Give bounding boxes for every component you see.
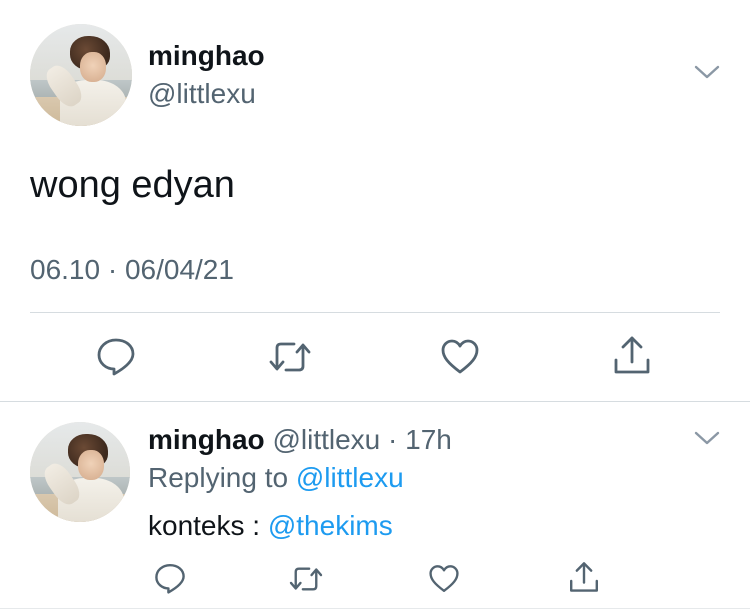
mention-link[interactable]: @thekims: [268, 510, 393, 541]
reply-tweet-header: minghao @littlexu · 17h: [148, 424, 452, 456]
main-tweet-avatar[interactable]: [30, 24, 132, 126]
reply-icon[interactable]: [96, 336, 136, 376]
reply-tweet-handle-time[interactable]: @littlexu · 17h: [272, 424, 451, 455]
main-tweet-timestamp[interactable]: 06.10 · 06/04/21: [30, 254, 234, 286]
main-tweet-divider: [30, 312, 720, 313]
main-tweet-display-name[interactable]: minghao: [148, 40, 265, 72]
avatar-face: [80, 52, 106, 82]
reply-tweet-text: konteks : @thekims: [148, 510, 393, 542]
main-tweet-handle[interactable]: @littlexu: [148, 78, 256, 110]
reply-icon[interactable]: [154, 562, 186, 594]
retweet-icon[interactable]: [288, 564, 324, 594]
thread-divider: [0, 401, 750, 402]
like-icon[interactable]: [428, 564, 460, 594]
retweet-icon[interactable]: [268, 338, 312, 376]
reply-text-prefix: konteks :: [148, 510, 268, 541]
chevron-down-icon[interactable]: [694, 430, 720, 446]
chevron-down-icon[interactable]: [694, 64, 720, 80]
replying-to-line: Replying to @littlexu: [148, 462, 404, 494]
like-icon[interactable]: [440, 338, 480, 376]
reply-tweet-display-name[interactable]: minghao: [148, 424, 265, 455]
bottom-divider: [0, 608, 750, 609]
tweet-thread: minghao @littlexu wong edyan 06.10 · 06/…: [0, 0, 750, 613]
avatar-face: [78, 450, 104, 480]
reply-tweet-avatar[interactable]: [30, 422, 130, 522]
main-tweet-text: wong edyan: [30, 164, 235, 206]
share-icon[interactable]: [612, 334, 652, 376]
share-icon[interactable]: [568, 560, 600, 594]
replying-to-prefix: Replying to: [148, 462, 296, 493]
replying-to-link[interactable]: @littlexu: [296, 462, 404, 493]
